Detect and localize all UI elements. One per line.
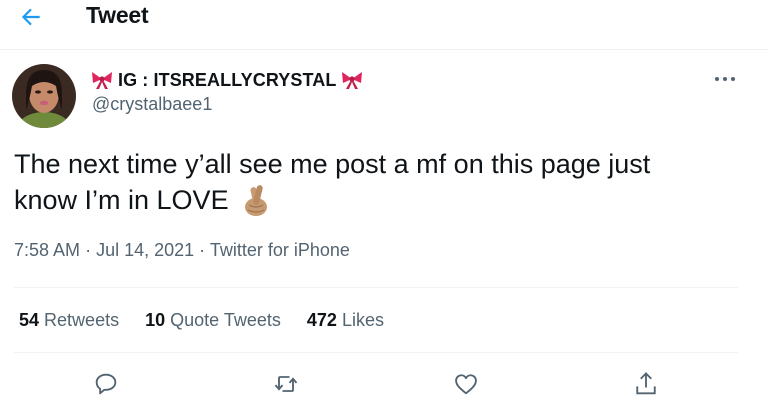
reply-button[interactable]: [92, 370, 120, 398]
tweet-source[interactable]: Twitter for iPhone: [210, 240, 350, 260]
retweets-stat[interactable]: 54 Retweets: [19, 310, 119, 331]
author-handle[interactable]: @crystalbaee1: [92, 94, 212, 115]
avatar[interactable]: [12, 64, 76, 128]
likes-stat[interactable]: 472 Likes: [307, 310, 384, 331]
top-bar: Tweet: [0, 0, 768, 50]
tweet-actions: [0, 366, 768, 402]
author-display-name[interactable]: IG : ITSREALLYCRYSTAL: [118, 70, 336, 91]
tweet-time[interactable]: 7:58 AM: [14, 240, 80, 260]
retweets-count: 54: [19, 310, 40, 330]
divider: [14, 352, 738, 353]
tweet-text-line-1: The next time y’all see me post a mf on …: [14, 149, 651, 179]
meta-separator: ·: [199, 240, 206, 260]
author-name-row[interactable]: IG : ITSREALLYCRYSTAL: [90, 67, 364, 93]
avatar-image: [12, 64, 76, 128]
likes-label: Likes: [341, 310, 384, 330]
retweets-label: Retweets: [44, 310, 120, 330]
more-button[interactable]: [712, 69, 738, 89]
share-icon: [636, 372, 656, 395]
likes-count: 472: [306, 310, 337, 330]
quote-tweets-label: Quote Tweets: [170, 310, 281, 330]
more-icon-dot: [731, 77, 735, 81]
retweet-icon: [274, 376, 298, 392]
crossed-fingers-emoji-icon: [244, 185, 267, 216]
retweet-button[interactable]: [272, 370, 300, 398]
tweet-stats: 54 Retweets 10 Quote Tweets 472 Likes: [19, 310, 410, 331]
arrow-left-icon: [21, 8, 40, 26]
ribbon-icon: [92, 72, 112, 89]
tweet-date[interactable]: Jul 14, 2021: [96, 240, 194, 260]
share-button[interactable]: [632, 370, 660, 398]
ribbon-icon: [342, 72, 363, 89]
quote-tweets-count: 10: [145, 310, 166, 330]
quote-tweets-stat[interactable]: 10 Quote Tweets: [145, 310, 281, 331]
more-icon-dot: [723, 77, 727, 81]
page-title: Tweet: [86, 2, 149, 28]
tweet-meta: 7:58 AM · Jul 14, 2021 · Twitter for iPh…: [14, 240, 350, 261]
meta-separator: ·: [85, 240, 92, 260]
reply-icon: [95, 373, 117, 395]
tweet-text-line-2: know I’m in LOVE: [14, 185, 229, 215]
more-icon-dot: [715, 77, 719, 81]
like-button[interactable]: [452, 370, 480, 398]
tweet-text: The next time y’all see me post a mf on …: [14, 146, 744, 218]
back-button[interactable]: [18, 4, 44, 30]
divider: [14, 287, 738, 288]
heart-icon: [455, 374, 477, 395]
